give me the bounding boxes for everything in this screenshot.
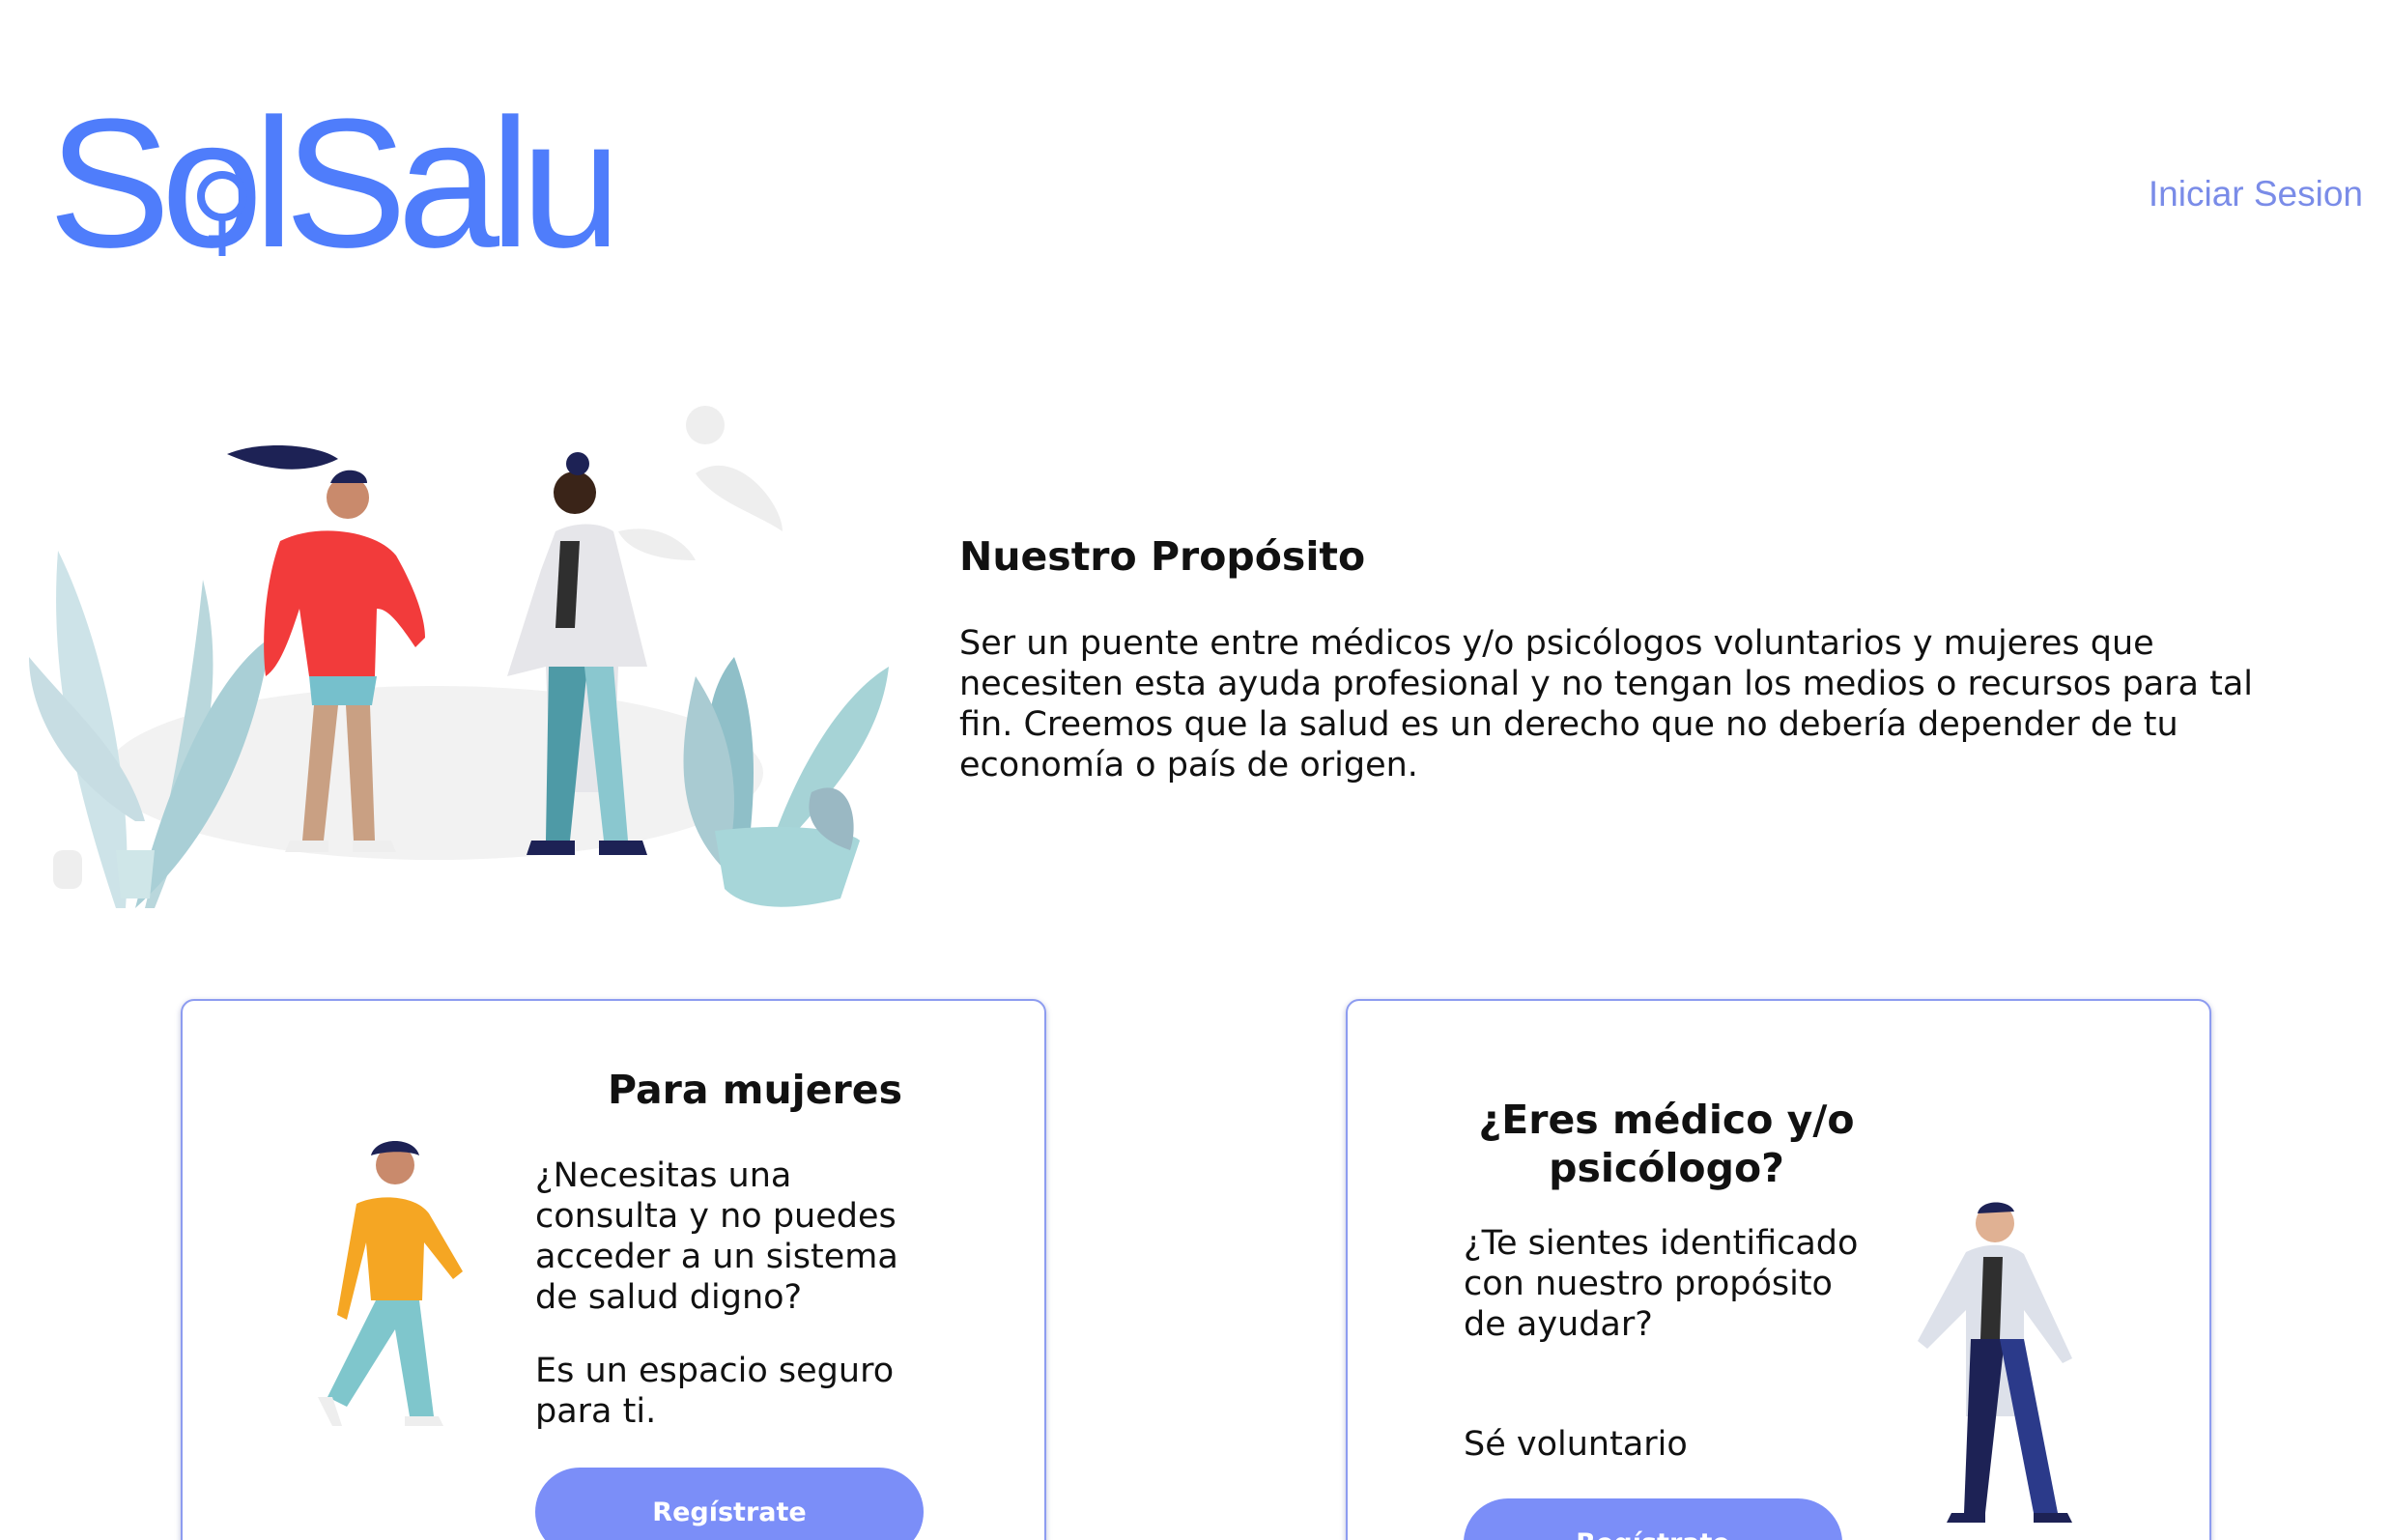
doctors-register-button[interactable]: Regístrate — [1464, 1498, 1842, 1540]
login-link[interactable]: Iniciar Sesion — [2149, 174, 2363, 214]
doctors-card-title: ¿Eres médico y/o psicólogo? — [1478, 1097, 1855, 1191]
woman-walking-illustration — [318, 1141, 463, 1426]
doctors-card-question: ¿Te sientes identificado con nuestro pro… — [1464, 1224, 1859, 1344]
purpose-title: Nuestro Propósito — [959, 533, 1366, 580]
purpose-description: Ser un puente entre médicos y/o psicólog… — [959, 624, 2254, 784]
landing-page: SolSalud Iniciar Sesion — [0, 0, 2392, 1540]
logo-text: SolSalud — [48, 92, 609, 285]
women-card: Para mujeres ¿Necesitas una consulta y n… — [181, 999, 1046, 1540]
women-register-button[interactable]: Regístrate — [535, 1468, 924, 1540]
women-card-note: Es un espacio seguro para ti. — [535, 1352, 895, 1431]
solsalud-logo[interactable]: SolSalud — [48, 92, 609, 285]
women-card-question: ¿Necesitas una consulta y no puedes acce… — [535, 1156, 898, 1317]
doctors-card-note: Sé voluntario — [1464, 1425, 1688, 1464]
hero-illustration — [29, 406, 889, 908]
doctors-card: ¿Eres médico y/o psicólogo? ¿Te sientes … — [1346, 999, 2211, 1540]
women-card-title: Para mujeres — [608, 1067, 902, 1113]
doctor-walking-illustration — [1918, 1202, 2072, 1523]
